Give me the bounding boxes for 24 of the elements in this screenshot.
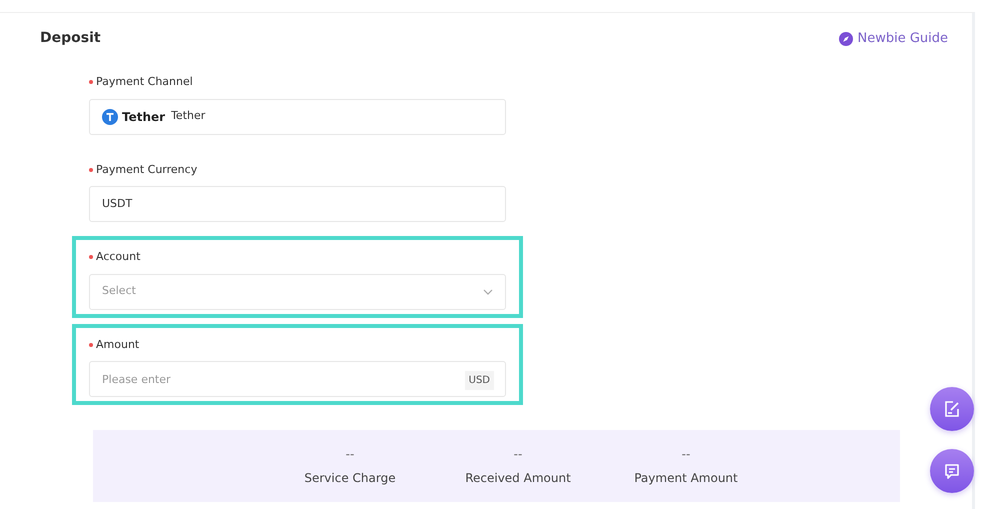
summary-value: -- <box>680 446 692 463</box>
field-label: Amount <box>96 336 140 352</box>
currency-field[interactable]: USDT <box>89 186 506 222</box>
page-title: Deposit <box>40 29 101 48</box>
summary-label: Payment Amount <box>633 470 739 487</box>
newbie-guide-link[interactable]: Newbie Guide <box>839 28 948 48</box>
summary-value: -- <box>512 446 524 463</box>
chat-icon <box>943 462 961 480</box>
logo-text: Tether <box>122 108 166 126</box>
payment-channel-field[interactable]: Tether Tether <box>89 98 506 134</box>
chevron-down-icon <box>483 288 493 294</box>
compass-icon <box>839 32 854 46</box>
field-value: Tether <box>171 108 206 124</box>
field-label: Account <box>96 249 140 265</box>
field-label: Payment Currency <box>96 162 198 178</box>
summary-label: Service Charge <box>303 470 397 487</box>
chat-button[interactable] <box>930 449 974 493</box>
currency-tag: USD <box>464 371 494 390</box>
summary-label: Received Amount <box>464 470 572 487</box>
coin-icon <box>102 108 118 124</box>
summary-value: -- <box>344 446 356 463</box>
field-label: Payment Channel <box>96 74 193 90</box>
edit-button[interactable] <box>930 387 974 431</box>
edit-icon <box>943 400 961 418</box>
